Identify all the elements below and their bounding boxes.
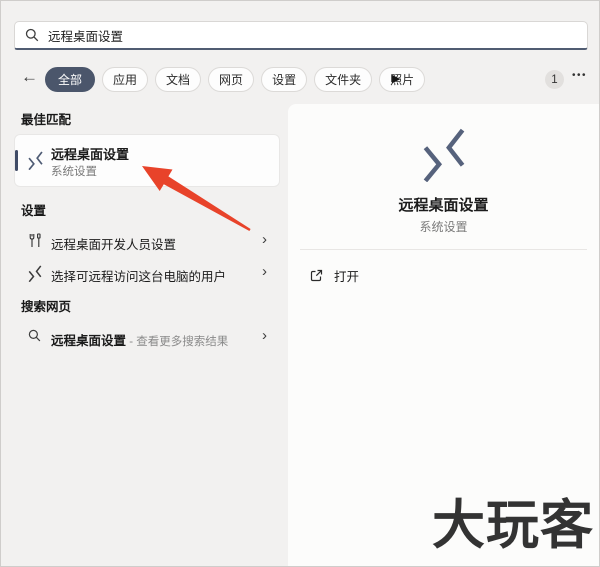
search-input[interactable] — [48, 28, 577, 42]
search-icon — [25, 28, 39, 42]
remote-desktop-icon — [28, 151, 43, 170]
result-label: 远程桌面开发人员设置 — [51, 234, 176, 253]
web-more-results-text: - 查看更多搜索结果 — [126, 336, 228, 348]
result-web-search[interactable]: 远程桌面设置 - 查看更多搜索结果 › — [15, 321, 279, 353]
tab-settings[interactable]: 设置 — [261, 67, 307, 92]
tabs-overflow-icon[interactable]: ▶ — [392, 72, 400, 87]
best-match-title: 远程桌面设置 — [51, 144, 129, 163]
chevron-right-icon: › — [262, 232, 267, 247]
settings-header: 设置 — [21, 200, 46, 219]
open-external-icon — [310, 269, 323, 282]
search-box[interactable] — [14, 21, 588, 50]
tab-web[interactable]: 网页 — [208, 67, 254, 92]
tab-folders[interactable]: 文件夹 — [314, 67, 372, 92]
selection-indicator — [15, 150, 18, 171]
result-label: 远程桌面设置 - 查看更多搜索结果 — [51, 330, 228, 349]
chevron-right-icon: › — [262, 328, 267, 343]
preview-subtitle: 系统设置 — [288, 218, 599, 235]
more-options-button[interactable]: ••• — [572, 70, 587, 81]
tab-photos[interactable]: 照片 — [379, 67, 425, 92]
result-remote-developer-settings[interactable]: 远程桌面开发人员设置 › — [15, 225, 279, 257]
web-search-header: 搜索网页 — [21, 296, 71, 315]
tab-documents[interactable]: 文档 — [155, 67, 201, 92]
tab-apps[interactable]: 应用 — [102, 67, 148, 92]
result-label: 选择可远程访问这台电脑的用户 — [51, 266, 226, 285]
filter-tabs: 全部 应用 文档 网页 设置 文件夹 照片 — [45, 67, 425, 92]
web-query-text: 远程桌面设置 — [51, 334, 126, 348]
back-button[interactable]: ← — [21, 68, 38, 85]
notification-badge: 1 — [545, 70, 564, 89]
best-match-subtitle: 系统设置 — [51, 163, 97, 179]
preview-panel: 远程桌面设置 系统设置 打开 大玩客 — [288, 104, 599, 566]
preview-title: 远程桌面设置 — [288, 194, 599, 215]
developer-tools-icon — [28, 233, 42, 248]
chevron-right-icon: › — [262, 264, 267, 279]
search-flyout-window: ← 全部 应用 文档 网页 设置 文件夹 照片 ▶ 1 ••• 最佳匹配 远程桌… — [0, 0, 600, 567]
open-action[interactable]: 打开 — [310, 263, 359, 287]
tab-all[interactable]: 全部 — [45, 67, 95, 92]
open-label: 打开 — [334, 266, 359, 285]
best-match-header: 最佳匹配 — [21, 109, 71, 128]
best-match-card[interactable]: 远程桌面设置 系统设置 — [15, 135, 279, 186]
divider — [300, 249, 587, 250]
remote-desktop-icon — [28, 265, 42, 282]
watermark-logo: 大玩客 — [432, 499, 594, 552]
remote-desktop-icon-large — [422, 127, 465, 182]
search-icon — [28, 329, 41, 342]
result-remote-access-users[interactable]: 选择可远程访问这台电脑的用户 › — [15, 257, 279, 289]
